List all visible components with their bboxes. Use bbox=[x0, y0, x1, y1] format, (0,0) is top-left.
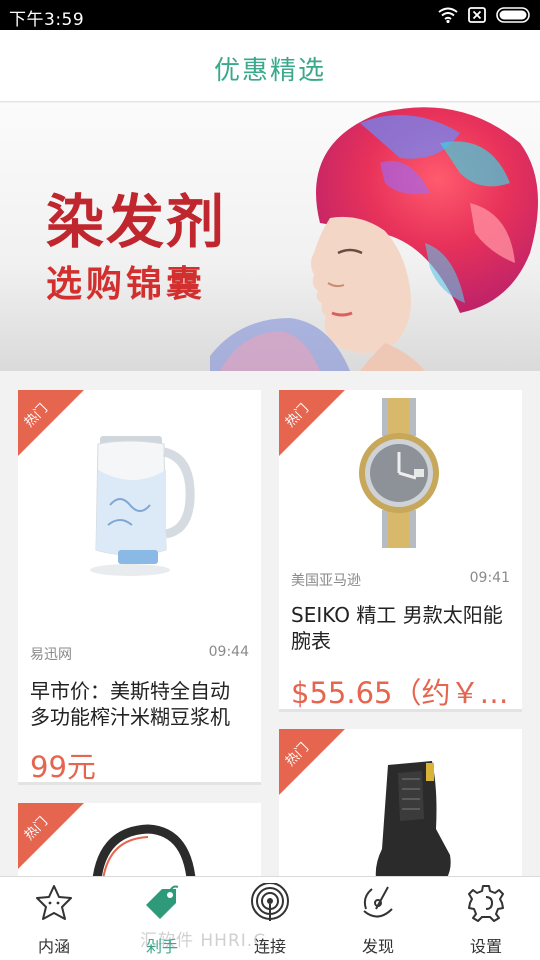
product-card[interactable]: 热门 bbox=[279, 729, 522, 889]
tab-label: 发现 bbox=[361, 937, 394, 956]
product-card[interactable]: 热门 美国亚马逊 09:41 SEIKO 精工 男款太阳能腕表 $55.65（约… bbox=[279, 390, 522, 712]
gear-icon bbox=[468, 885, 504, 922]
sim-icon bbox=[468, 7, 486, 23]
promo-banner[interactable]: 染发剂 选购锦囊 bbox=[0, 103, 540, 371]
product-card[interactable]: 热门 易迅网 09:44 早市价：美斯特全自动多功能榨汁米糊豆浆机 99元 bbox=[18, 390, 261, 785]
product-meta: 易迅网 09:44 bbox=[30, 644, 249, 664]
product-source: 易迅网 bbox=[30, 647, 72, 663]
product-price: 99元 bbox=[30, 750, 96, 784]
tab-faxian[interactable]: 发现 bbox=[324, 877, 432, 960]
tab-neihan[interactable]: 内涵 bbox=[0, 877, 108, 960]
star-face-icon bbox=[36, 885, 72, 920]
page-title: 优惠精选 bbox=[213, 56, 326, 86]
status-bar: 下午3:59 bbox=[0, 0, 540, 30]
battery-icon bbox=[496, 7, 530, 23]
product-image-soymilk-maker bbox=[90, 436, 195, 576]
product-image-boots bbox=[375, 761, 451, 889]
signal-icon bbox=[251, 883, 289, 921]
product-price: $55.65（约￥4... bbox=[291, 676, 512, 710]
bottom-tab-bar: 内涵 剁手 连接 发现 设置 bbox=[0, 876, 540, 960]
product-source: 美国亚马逊 bbox=[291, 573, 361, 589]
hot-badge: 热门 bbox=[18, 803, 84, 869]
hot-badge: 热门 bbox=[18, 390, 84, 456]
product-time: 09:44 bbox=[208, 644, 249, 660]
product-time: 09:41 bbox=[469, 570, 510, 586]
product-title: 早市价：美斯特全自动多功能榨汁米糊豆浆机 bbox=[30, 679, 230, 729]
tab-label: 设置 bbox=[469, 937, 502, 956]
banner-model-illustration bbox=[210, 107, 538, 371]
app-header: 优惠精选 bbox=[0, 30, 540, 102]
tab-shezhi[interactable]: 设置 bbox=[432, 877, 540, 960]
compass-icon bbox=[363, 886, 393, 918]
product-image-seiko-watch bbox=[359, 398, 439, 548]
watermark-text: 汇软件 HHRI.C bbox=[140, 931, 267, 951]
banner-headline: 染发剂 bbox=[46, 188, 227, 256]
price-tag-icon bbox=[146, 885, 179, 919]
banner-subheadline: 选购锦囊 bbox=[46, 264, 207, 305]
hot-badge: 热门 bbox=[279, 729, 345, 795]
product-meta: 美国亚马逊 09:41 bbox=[291, 570, 510, 590]
product-title: SEIKO 精工 男款太阳能腕表 bbox=[291, 603, 503, 653]
status-time: 下午3:59 bbox=[9, 10, 85, 30]
hot-badge: 热门 bbox=[279, 390, 345, 456]
wifi-icon bbox=[438, 7, 458, 23]
status-icons bbox=[438, 6, 532, 24]
tab-label: 内涵 bbox=[37, 937, 70, 956]
